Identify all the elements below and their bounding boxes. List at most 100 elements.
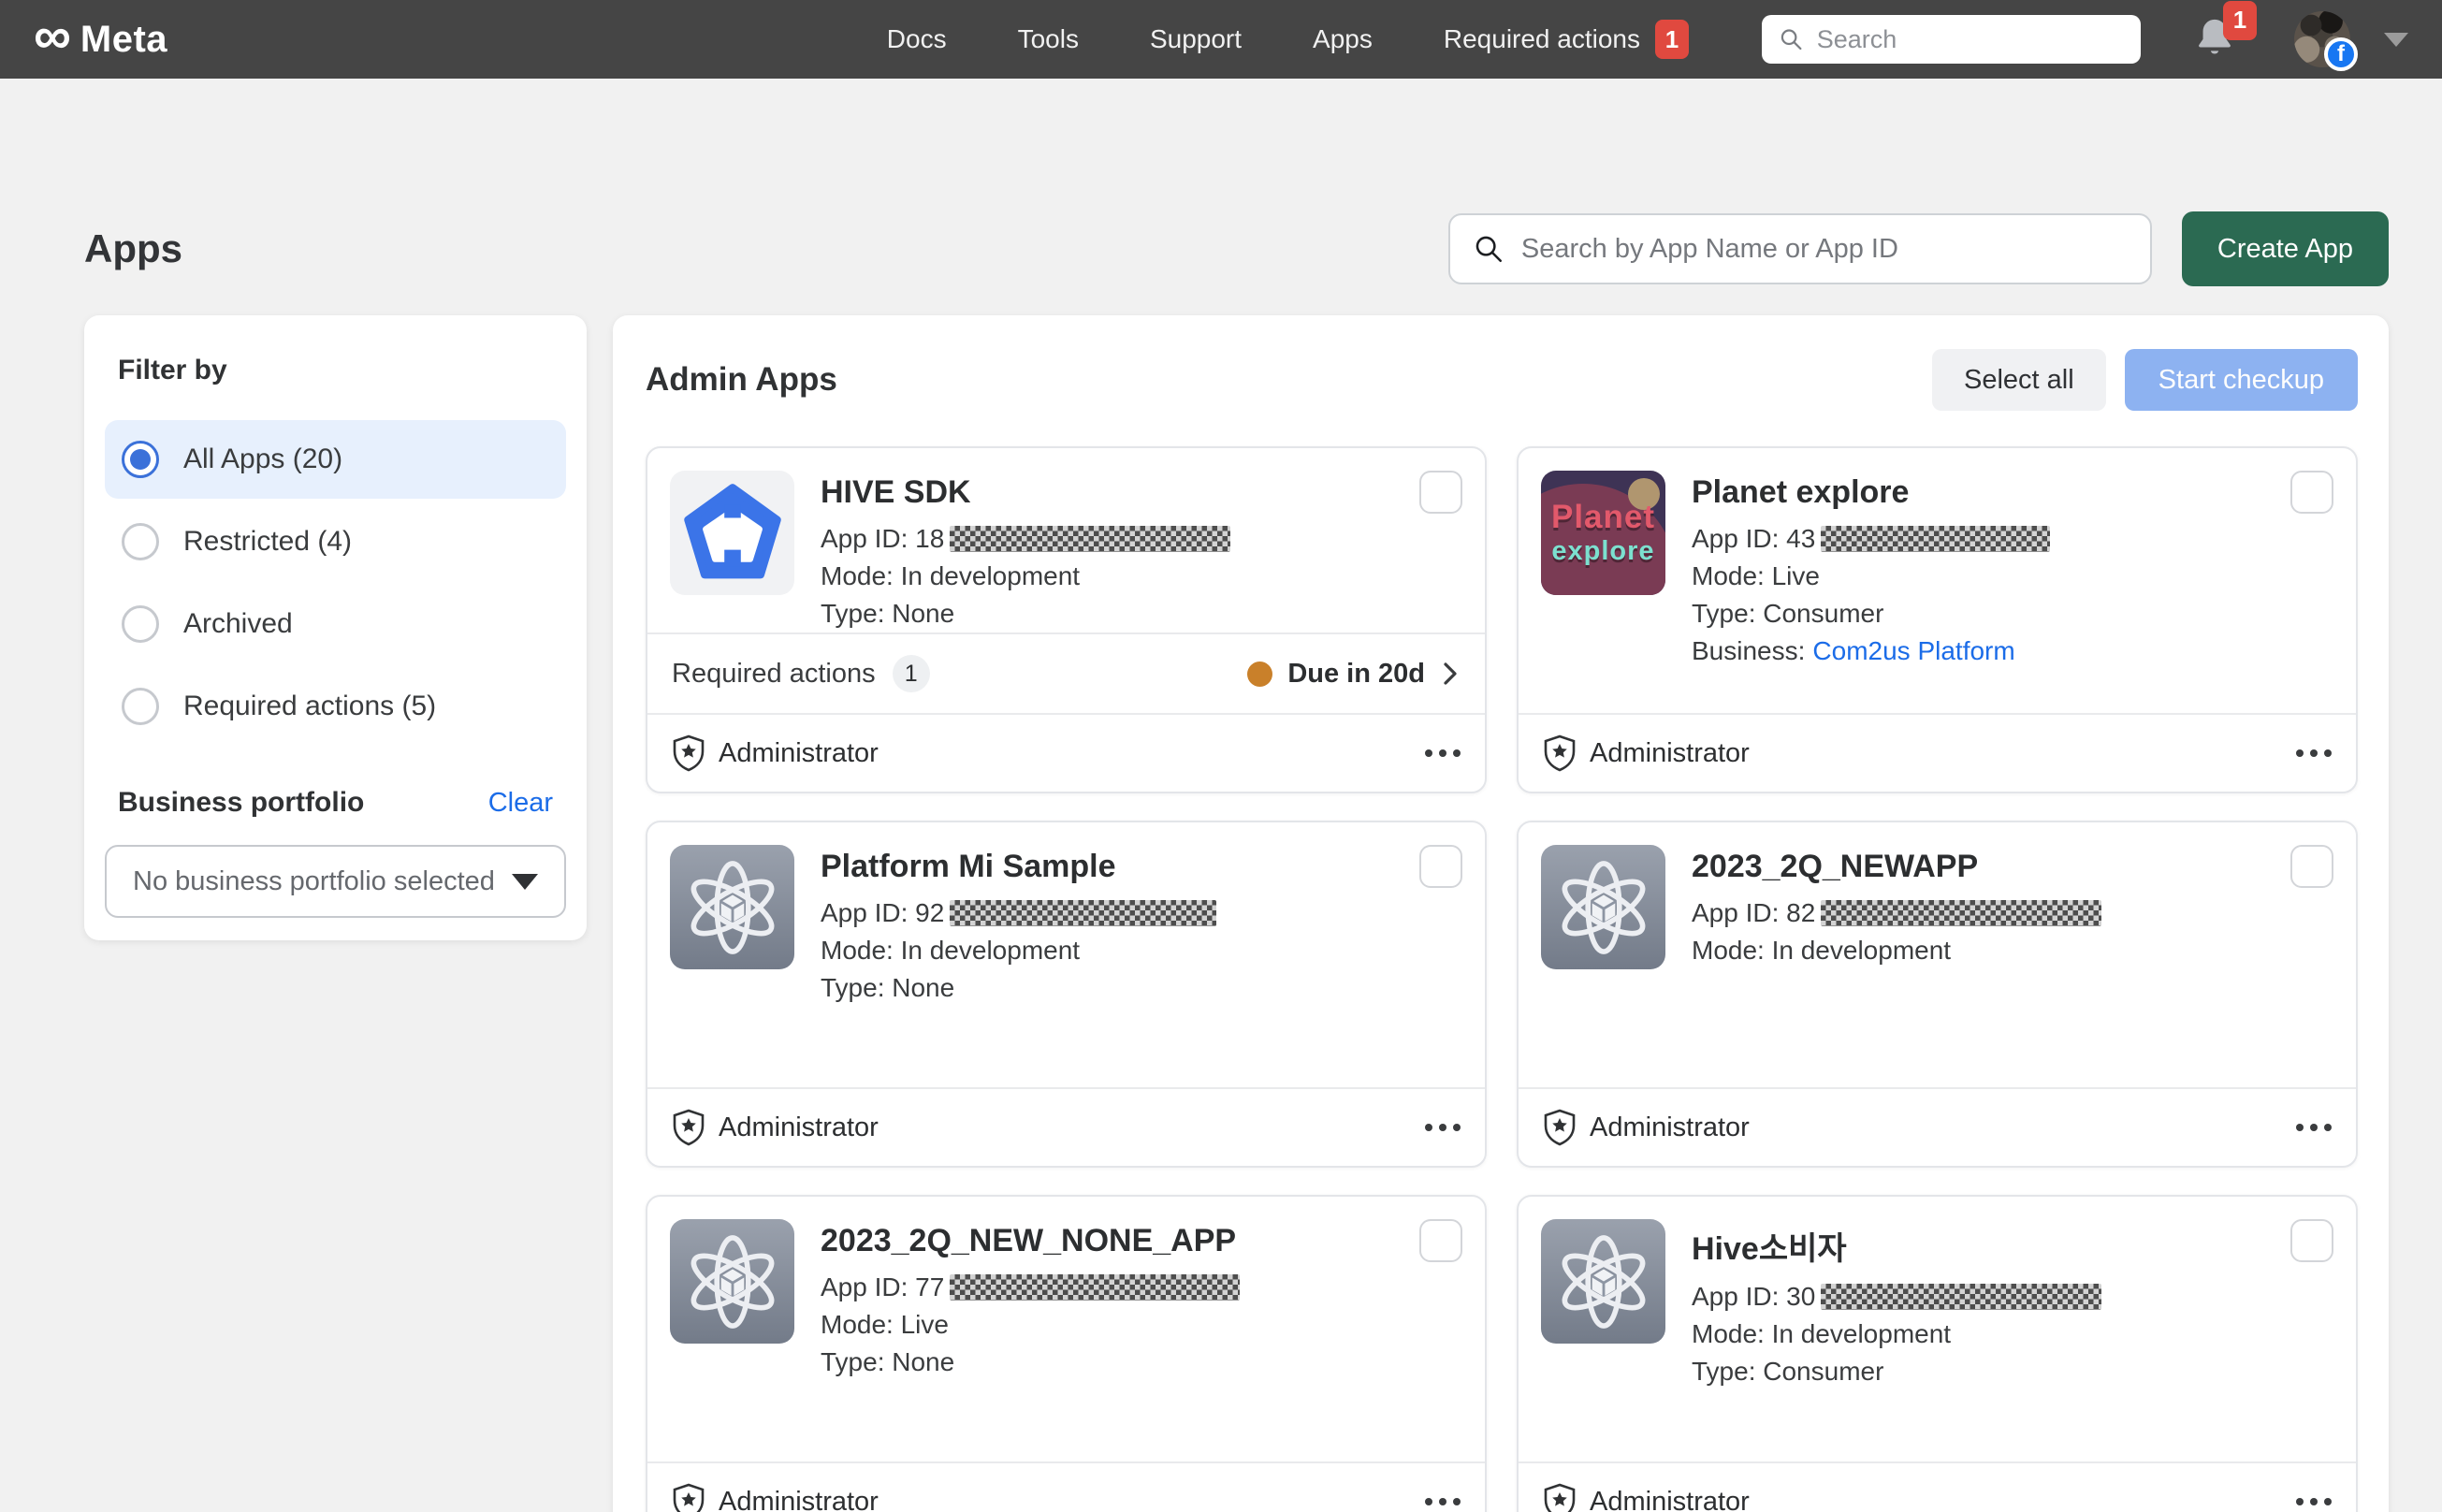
planet-explore-app-icon: Planet explore	[1541, 471, 1665, 595]
default-app-icon	[670, 845, 794, 969]
app-mode: Mode: Live	[821, 1306, 1240, 1344]
app-type: Type: Consumer	[1692, 1353, 2101, 1390]
app-mode: Mode: Live	[1692, 558, 2050, 595]
redacted-app-id	[1821, 1284, 2101, 1310]
planet-icon-text: Planet	[1551, 499, 1655, 536]
page-title: Apps	[84, 226, 182, 271]
app-name: Platform Mi Sample	[821, 849, 1216, 885]
meta-logo[interactable]: ∞ Meta	[34, 19, 167, 61]
app-card-hive-consumer[interactable]: Hive소비자 App ID: 30 Mode: In development …	[1517, 1195, 2358, 1512]
more-options-button[interactable]	[1425, 740, 1461, 766]
more-options-button[interactable]	[2296, 1489, 2332, 1512]
app-type: Type: Consumer	[1692, 595, 2050, 632]
admin-apps-panel: Admin Apps Select all Start checkup	[613, 315, 2389, 1512]
clear-portfolio-link[interactable]: Clear	[488, 788, 553, 819]
nav-item-required-actions[interactable]: Required actions 1	[1444, 20, 1689, 59]
more-options-button[interactable]	[2296, 740, 2332, 766]
business-link[interactable]: Com2us Platform	[1812, 636, 2014, 665]
app-type: Type: None	[821, 969, 1216, 1007]
app-card-2023-2q-new-none-app[interactable]: 2023_2Q_NEW_NONE_APP App ID: 77 Mode: Li…	[646, 1195, 1487, 1512]
default-app-icon	[670, 1219, 794, 1344]
administrator-shield-icon	[1543, 734, 1577, 772]
role-label: Administrator	[1590, 1112, 1750, 1143]
app-id: App ID: 92	[821, 898, 944, 927]
filter-option-label: Archived	[183, 608, 293, 640]
filter-option-archived[interactable]: Archived	[105, 585, 566, 663]
app-search-input[interactable]	[1521, 234, 2128, 265]
app-mode: Mode: In development	[1692, 932, 2101, 969]
start-checkup-button[interactable]: Start checkup	[2125, 349, 2358, 411]
top-nav: ∞ Meta Docs Tools Support Apps Required …	[0, 0, 2442, 79]
redacted-app-id	[950, 900, 1216, 926]
more-options-button[interactable]	[1425, 1489, 1461, 1512]
notifications-button[interactable]: 1	[2193, 16, 2236, 64]
app-name: Planet explore	[1692, 474, 2050, 511]
global-search[interactable]	[1762, 15, 2141, 64]
required-actions-count-badge: 1	[1655, 20, 1689, 59]
redacted-app-id	[950, 526, 1230, 552]
portfolio-dropdown-value: No business portfolio selected	[133, 866, 495, 897]
nav-item-docs[interactable]: Docs	[887, 24, 947, 54]
radio-icon	[122, 605, 159, 643]
more-options-button[interactable]	[2296, 1114, 2332, 1141]
app-card-platform-mi-sample[interactable]: Platform Mi Sample App ID: 92 Mode: In d…	[646, 821, 1487, 1168]
select-app-checkbox[interactable]	[2290, 471, 2333, 514]
app-card-hive-sdk[interactable]: HIVE SDK App ID: 18 Mode: In development…	[646, 446, 1487, 793]
select-all-button[interactable]: Select all	[1932, 349, 2106, 411]
due-status-dot-icon	[1247, 662, 1272, 687]
required-actions-label: Required actions	[672, 659, 876, 690]
app-mode: Mode: In development	[821, 558, 1230, 595]
app-name: Hive소비자	[1692, 1223, 2101, 1269]
redacted-app-id	[1821, 526, 2050, 552]
role-label: Administrator	[719, 1487, 879, 1512]
administrator-shield-icon	[672, 1483, 705, 1512]
more-options-button[interactable]	[1425, 1114, 1461, 1141]
filter-option-restricted[interactable]: Restricted (4)	[105, 502, 566, 581]
select-app-checkbox[interactable]	[1419, 1219, 1462, 1262]
app-card-2023-2q-newapp[interactable]: 2023_2Q_NEWAPP App ID: 82 Mode: In devel…	[1517, 821, 2358, 1168]
facebook-badge-icon: f	[2324, 37, 2358, 71]
select-app-checkbox[interactable]	[1419, 471, 1462, 514]
app-search[interactable]	[1448, 213, 2152, 284]
account-menu-caret-icon[interactable]	[2384, 33, 2408, 47]
role-label: Administrator	[1590, 1487, 1750, 1512]
portfolio-dropdown[interactable]: No business portfolio selected	[105, 845, 566, 918]
app-name: 2023_2Q_NEW_NONE_APP	[821, 1223, 1240, 1259]
nav-item-apps[interactable]: Apps	[1313, 24, 1373, 54]
required-actions-row[interactable]: Required actions 1 Due in 20d	[647, 632, 1485, 713]
select-app-checkbox[interactable]	[1419, 845, 1462, 888]
select-app-checkbox[interactable]	[2290, 1219, 2333, 1262]
business-portfolio-title: Business portfolio	[118, 787, 364, 819]
app-card-planet-explore[interactable]: Planet explore Planet explore App ID: 43…	[1517, 446, 2358, 793]
create-app-button[interactable]: Create App	[2182, 211, 2389, 286]
filter-panel: Filter by All Apps (20) Restricted (4) A…	[84, 315, 587, 940]
filter-option-label: Required actions (5)	[183, 691, 436, 722]
app-name: 2023_2Q_NEWAPP	[1692, 849, 2101, 885]
nav-item-tools[interactable]: Tools	[1018, 24, 1079, 54]
filter-option-label: All Apps (20)	[183, 443, 342, 475]
meta-infinity-icon: ∞	[34, 15, 71, 57]
default-app-icon	[1541, 1219, 1665, 1344]
nav-item-support[interactable]: Support	[1150, 24, 1242, 54]
filter-option-all-apps[interactable]: All Apps (20)	[105, 420, 566, 499]
radio-icon	[122, 688, 159, 725]
filter-option-label: Restricted (4)	[183, 526, 352, 558]
page-body: Apps Create App Filter by All Apps (20) …	[0, 211, 2442, 1512]
administrator-shield-icon	[672, 734, 705, 772]
administrator-shield-icon	[1543, 1483, 1577, 1512]
app-type: Type: None	[821, 1344, 1240, 1381]
select-app-checkbox[interactable]	[2290, 845, 2333, 888]
hive-sdk-app-icon	[670, 471, 794, 595]
avatar[interactable]: f	[2294, 11, 2350, 67]
filter-title: Filter by	[118, 355, 566, 386]
role-label: Administrator	[719, 1112, 879, 1143]
global-search-input[interactable]	[1817, 25, 2124, 54]
admin-apps-title: Admin Apps	[646, 361, 837, 399]
redacted-app-id	[950, 1274, 1240, 1301]
required-actions-count: 1	[893, 655, 930, 692]
filter-option-required-actions[interactable]: Required actions (5)	[105, 667, 566, 746]
app-name: HIVE SDK	[821, 474, 1230, 511]
meta-brand-text: Meta	[80, 19, 167, 61]
search-icon	[1473, 233, 1504, 265]
role-label: Administrator	[719, 738, 879, 769]
